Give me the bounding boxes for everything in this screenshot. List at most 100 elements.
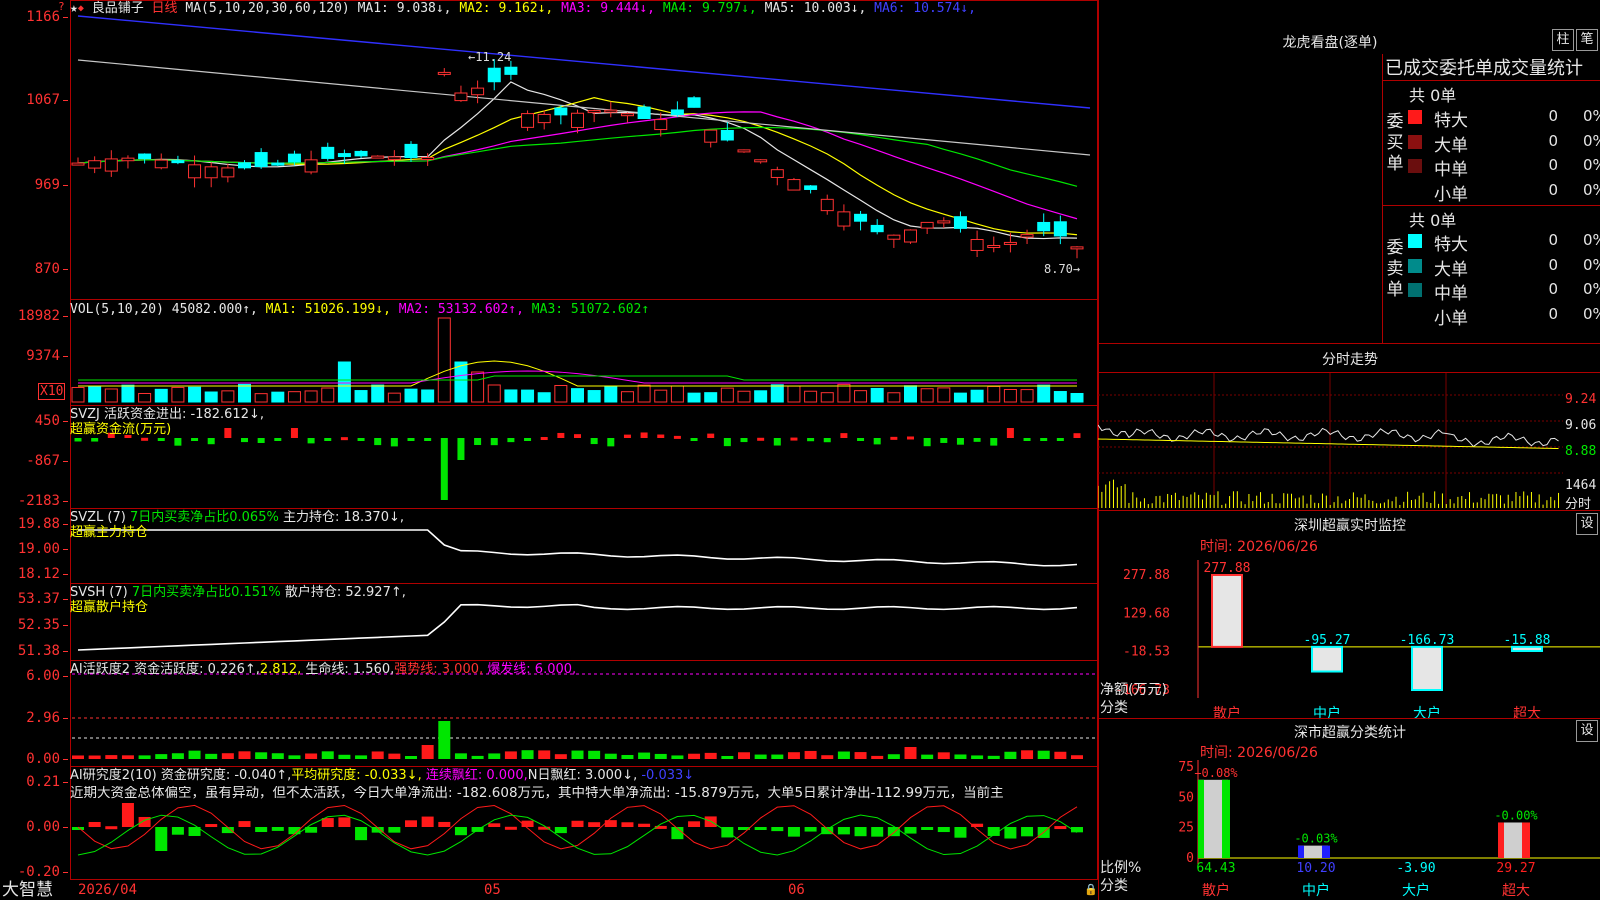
sz-axis-label: -18.53 [1123,645,1170,660]
candle-body[interactable] [937,220,951,224]
candle-body[interactable] [437,71,451,75]
candle-body[interactable] [654,119,668,131]
candle-body[interactable] [970,239,984,251]
candle-body[interactable] [620,113,634,117]
candle-body[interactable] [837,211,851,227]
candle-body[interactable] [953,216,967,229]
candle-body[interactable] [687,97,701,108]
ss-bar-value: 64.43 [1196,861,1235,876]
candle-body[interactable] [238,162,251,169]
candle-body[interactable] [387,156,401,160]
candle-body[interactable] [271,162,285,166]
candle-body[interactable] [920,221,934,229]
candle-body[interactable] [1037,221,1051,232]
candle-body[interactable] [337,153,351,158]
candle-body[interactable] [371,155,385,159]
candle-body[interactable] [704,129,718,143]
activity-bar [621,754,634,759]
volume-bar [238,383,251,403]
candle-body[interactable] [121,157,135,162]
stock-name[interactable]: 良品铺子 [92,1,144,16]
candle-body[interactable] [1053,221,1067,237]
sz-monitor-chart[interactable]: 277.88129.68-18.53-166.73277.88散户-95.27中… [1098,550,1600,720]
candle-body[interactable] [104,158,118,172]
candle-body[interactable] [554,107,568,116]
candle-body[interactable] [71,162,85,166]
svsh-header: SVSH (7) 7日内买卖净占比0.151% 散户持仓: 52.927↑, [70,585,406,600]
sz-bar-大户[interactable] [1411,645,1443,692]
candle-body[interactable] [754,159,768,163]
candle-body[interactable] [537,113,551,124]
fenshi-chart[interactable] [1098,373,1563,508]
period-label[interactable]: 日线 [152,1,178,16]
candle-body[interactable] [354,150,368,157]
candle-body[interactable] [487,67,501,83]
dragon-divider-2 [1383,205,1600,206]
candle-body[interactable] [904,229,917,243]
row-pct: 0% [1583,131,1600,150]
ss-chart[interactable]: 75 50 25 0 +0.08% 64.43 散户 -0.03% 10.20 中户 -3.90 大户… [1098,755,1600,900]
sz-bar-散户[interactable] [1211,574,1243,648]
sz-settings-button[interactable]: 设 [1576,513,1598,535]
candle-body[interactable] [571,112,584,128]
candle-body[interactable] [870,224,884,233]
candle-body[interactable] [854,213,868,222]
candle-body[interactable] [521,113,535,128]
candle-body[interactable] [188,164,202,179]
candle-body[interactable] [471,87,485,96]
candle-body[interactable] [321,146,335,159]
bar-mode-button[interactable]: 柱 [1552,29,1574,51]
candle-body[interactable] [987,245,1001,249]
candle-body[interactable] [737,149,751,153]
color-swatch [1408,159,1422,173]
candle-body[interactable] [787,179,801,191]
candle-body[interactable] [1003,241,1017,245]
volume-bar [720,387,734,403]
sz-axis-label: 129.68 [1123,606,1170,621]
candle-body[interactable] [154,159,168,169]
candle-body[interactable] [421,157,435,161]
candle-body[interactable] [454,92,468,102]
tick-mode-button[interactable]: 笔 [1576,29,1598,51]
research-bar [554,827,567,834]
row-count: 0 [1548,156,1558,174]
candle-body[interactable] [604,109,618,113]
candle-body[interactable] [670,109,684,116]
candle-body[interactable] [138,153,152,160]
activity-bar [171,753,184,759]
candle-body[interactable] [88,160,102,169]
candle-body[interactable] [171,160,185,164]
lock-icon[interactable]: 🔒 [1084,883,1098,896]
candle-body[interactable] [887,234,901,240]
volume-bar [287,391,301,403]
volume-bar [138,392,152,403]
dropdown-icon[interactable]: ◆ [78,3,84,14]
candle-body[interactable] [254,152,268,168]
order-stat-tab[interactable]: 已成交委托单成交量统计 [1385,54,1600,80]
ai-activity-axis-2: 2.96 [0,711,68,725]
candle-body[interactable] [287,153,301,163]
candle-body[interactable] [504,66,518,75]
candle-body[interactable] [221,167,235,178]
candle-body[interactable] [404,143,418,159]
date-start: 2026/04 [78,882,138,898]
volume-bar [154,388,168,403]
candle-body[interactable] [1070,246,1084,250]
brand-label[interactable]: 大智慧 [2,880,53,900]
sz-bar-中户[interactable] [1311,645,1343,673]
candle-body[interactable] [820,198,834,212]
candle-body[interactable] [1020,234,1034,238]
ss-settings-button[interactable]: 设 [1576,720,1598,742]
volume-bar [837,383,851,403]
volume-bar [337,361,351,403]
activity-bar [671,755,684,759]
candle-body[interactable] [304,159,318,173]
candle-body[interactable] [804,185,818,190]
candle-body[interactable] [587,110,601,114]
order-row: 小单 0 0% [1408,179,1600,205]
favorite-star-icon[interactable]: ★ [70,1,78,16]
candle-body[interactable] [204,166,218,179]
candle-body[interactable] [720,129,734,141]
candle-body[interactable] [770,169,784,178]
candle-body[interactable] [637,106,651,120]
